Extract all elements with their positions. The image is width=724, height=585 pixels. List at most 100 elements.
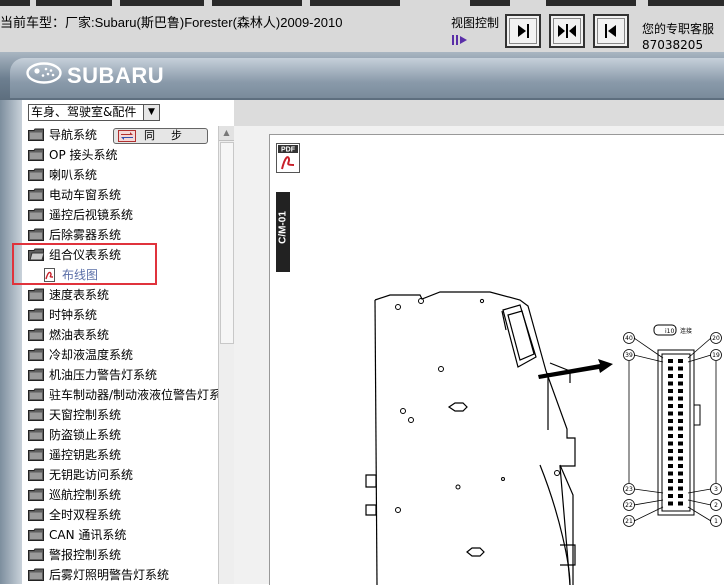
connector-pin (668, 494, 673, 498)
top-strip (648, 0, 724, 6)
top-strip (212, 0, 302, 6)
connector-pin (668, 419, 673, 423)
connector-pin (678, 486, 683, 491)
tree-item-label: CAN 通讯系统 (49, 528, 127, 542)
connector-pin (678, 419, 683, 423)
connector-pin (678, 411, 683, 416)
pin-label-right: 1 (714, 518, 718, 525)
connector-pins (668, 359, 683, 506)
connector-note: 连接 (680, 327, 692, 335)
pointer-arrow (538, 359, 613, 379)
pin-label-right: 20 (712, 335, 720, 342)
tree-item-label: OP 接头系统 (49, 148, 118, 162)
connector-pin (678, 479, 683, 483)
folder-icon (28, 288, 44, 301)
connector-pin (668, 449, 673, 453)
pin-label-left: 21 (625, 518, 633, 525)
pin-label-right: 2 (714, 502, 718, 509)
top-strip (36, 0, 112, 6)
connector-pin (678, 434, 683, 438)
tree-item-label: 遥控钥匙系统 (49, 448, 122, 462)
scroll-up-icon[interactable]: ▲ (219, 126, 234, 141)
chevron-down-icon[interactable]: ▼ (143, 105, 159, 120)
top-info-bar: 当前车型：厂家:Subaru(斯巴鲁)Forester(森林人)2009-201… (0, 0, 724, 52)
connector-pin (678, 464, 683, 468)
connector-diagram: i10 连接 40 39 23 22 21 20 19 3 2 1 (365, 291, 722, 585)
folder-icon (28, 548, 44, 561)
view-control-label: 视图控制 (451, 16, 500, 30)
folder-icon (28, 228, 44, 241)
connector-pin (678, 389, 683, 393)
connector-pin (668, 471, 673, 476)
pin-label-left: 39 (625, 352, 633, 359)
folder-icon (28, 368, 44, 381)
pin-label-right: 3 (714, 486, 718, 493)
sync-arrows-icon (118, 130, 136, 142)
tree-item-label: 机油压力警告灯系统 (49, 368, 158, 382)
split-view-button[interactable] (549, 14, 585, 48)
connector-pin (678, 501, 683, 506)
arrow-right-bar-icon (518, 24, 529, 38)
sidebar-edge (0, 100, 22, 584)
main-toolbar (234, 100, 724, 126)
folder-icon (28, 168, 44, 181)
current-model-label: 当前车型：厂家:Subaru(斯巴鲁)Forester(森林人)2009-201… (0, 15, 343, 30)
connector-pin (668, 404, 673, 408)
connector-pin (668, 464, 673, 468)
folder-icon (28, 428, 44, 441)
brand-name: SUBARU (67, 63, 165, 88)
folder-icon (28, 308, 44, 321)
instrument-panel-outline (365, 291, 576, 585)
folder-icon (28, 448, 44, 461)
folder-icon (28, 328, 44, 341)
connector-pin (668, 381, 673, 386)
tree-item-label: 燃油表系统 (49, 328, 110, 342)
connector-pin (668, 374, 673, 378)
pin-label-left: 40 (625, 335, 633, 342)
connector-pin (678, 396, 683, 401)
folder-icon (28, 508, 44, 521)
sidebar: 车身、驾驶室&配件 ▼ 导航系统 OP 接头系统 喇叭系统 电动车窗系统 遥控后视镜系统… (0, 100, 234, 584)
category-select[interactable]: 车身、驾驶室&配件 ▼ (28, 104, 160, 121)
folder-icon (28, 468, 44, 481)
connector-pin (668, 434, 673, 438)
tree-item-label: 遥控后视镜系统 (49, 208, 134, 222)
tree-item-label: 速度表系统 (49, 288, 110, 302)
folder-icon (28, 128, 44, 141)
expand-left-button[interactable] (593, 14, 629, 48)
tree-item-label: 时钟系统 (49, 308, 98, 322)
connector-pin (668, 366, 673, 371)
view-control-icon[interactable] (451, 33, 471, 47)
connector-pin (668, 396, 673, 401)
folder-icon (28, 388, 44, 401)
folder-icon (28, 488, 44, 501)
scrollbar-thumb[interactable] (220, 142, 234, 344)
connector-pin (668, 486, 673, 491)
highlight-box (12, 243, 157, 285)
tree-item-label: 巡航控制系统 (49, 488, 122, 502)
expand-right-button[interactable] (505, 14, 541, 48)
tree-item-label: 驻车制动器/制动液液位警告灯系统 (49, 388, 218, 402)
category-select-value: 车身、驾驶室&配件 (31, 105, 137, 119)
folder-icon (28, 208, 44, 221)
top-strip (470, 0, 510, 6)
connector-pin (668, 479, 673, 483)
connector-pin (668, 501, 673, 506)
folder-icon (28, 348, 44, 361)
connector-pin (678, 456, 683, 461)
tree-item-label: 全时双程系统 (49, 508, 122, 522)
tree-item-label: 无钥匙访问系统 (49, 468, 134, 482)
connector-pin (678, 426, 683, 431)
tree-item-label: 喇叭系统 (49, 168, 98, 182)
pin-label-right: 19 (712, 352, 720, 359)
connector-pin (668, 441, 673, 446)
sync-button[interactable]: 同步 (113, 128, 208, 144)
connector-pin (678, 374, 683, 378)
document-viewer: PDF C/M-01 i10 连接 40 39 23 22 21 20 19 3… (234, 126, 724, 585)
connector-pin (678, 381, 683, 386)
connector-pin (678, 494, 683, 498)
sidebar-scrollbar[interactable]: ▲ (218, 126, 234, 584)
connector-label: i10 (665, 328, 674, 335)
pin-label-left: 22 (625, 502, 633, 509)
folder-icon (28, 408, 44, 421)
